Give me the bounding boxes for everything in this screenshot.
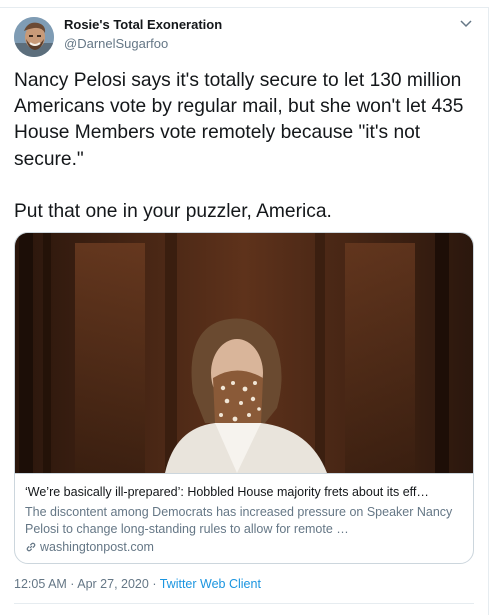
tweet-meta: 12:05 AM · Apr 27, 2020 · Twitter Web Cl… [14,577,261,591]
card-domain-text: washingtonpost.com [40,540,154,554]
tweet-date[interactable]: Apr 27, 2020 [77,577,149,591]
article-photo-icon [15,233,473,473]
meta-separator: · [66,577,78,591]
tweet-text: Nancy Pelosi says it's totally secure to… [14,70,464,223]
avatar-photo-icon [14,17,54,57]
card-meta[interactable]: ‘We’re basically ill-prepared’: Hobbled … [15,473,473,554]
link-card[interactable]: ‘We’re basically ill-prepared’: Hobbled … [14,232,474,564]
chevron-down-icon[interactable] [459,16,473,30]
tweet-client[interactable]: Twitter Web Client [160,577,261,591]
card-title[interactable]: ‘We’re basically ill-prepared’: Hobbled … [25,485,463,499]
tweet-time[interactable]: 12:05 AM [14,577,67,591]
card-description: The discontent among Democrats has incre… [25,505,453,536]
link-icon [26,542,36,552]
card-domain[interactable]: washingtonpost.com [25,540,154,554]
frame-top-border [0,7,489,8]
meta-separator: · [148,577,160,591]
avatar[interactable] [14,17,54,57]
card-image[interactable] [15,233,473,473]
author-handle[interactable]: @DarnelSugarfoo [64,36,168,51]
author-name[interactable]: Rosie's Total Exoneration [64,17,222,32]
divider [14,603,474,604]
